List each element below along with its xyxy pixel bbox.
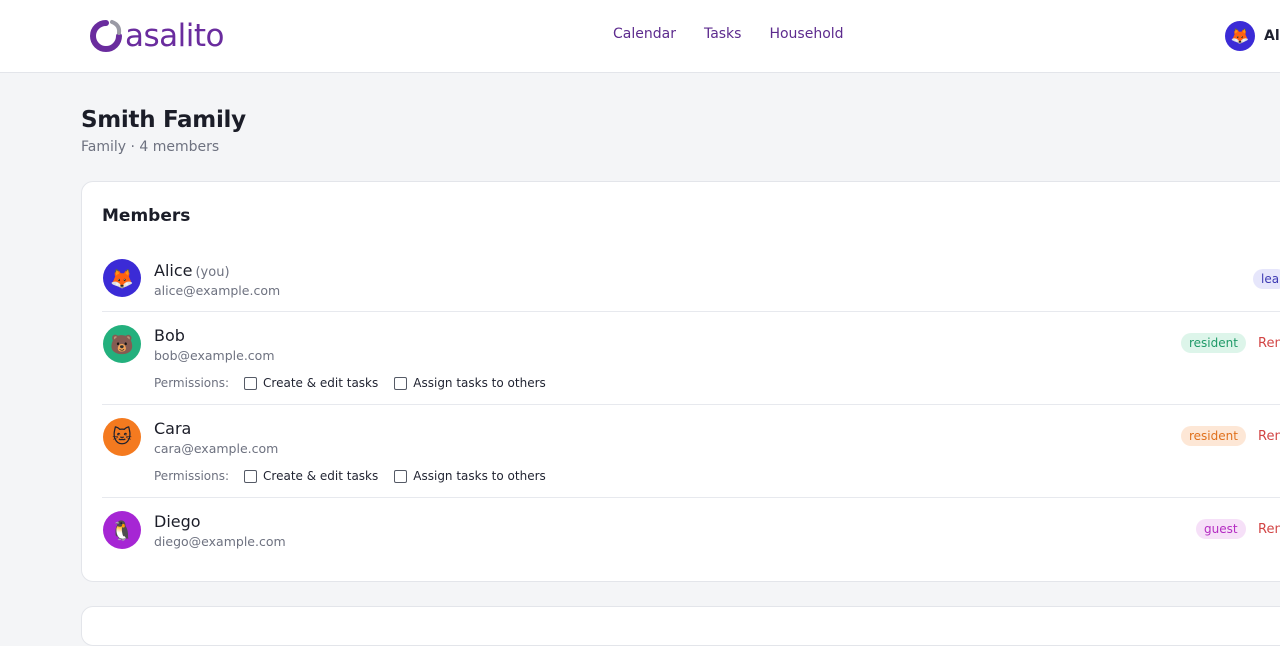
checkbox-create-edit[interactable] — [244, 469, 258, 483]
logo-text: asalito — [125, 17, 225, 54]
divider — [102, 497, 1280, 498]
nav-calendar[interactable]: Calendar — [613, 26, 676, 42]
divider — [102, 311, 1280, 312]
permissions-label: Permissions: — [154, 469, 230, 483]
page-subtitle: Family · 4 members — [81, 139, 219, 155]
permissions: Permissions: Create & edit tasks Assign … — [154, 469, 562, 483]
next-card — [81, 606, 1280, 646]
perm-assign-label: Assign tasks to others — [413, 376, 546, 390]
member-name: Diego — [154, 512, 201, 531]
remove-button[interactable]: Ren — [1258, 522, 1280, 537]
member-email: cara@example.com — [154, 441, 279, 456]
perm-assign-label: Assign tasks to others — [413, 469, 546, 483]
permissions-label: Permissions: — [154, 376, 230, 390]
checkbox-create-edit[interactable] — [244, 376, 258, 390]
member-email: bob@example.com — [154, 348, 275, 363]
main-nav: Calendar Tasks Household — [613, 26, 844, 42]
checkbox-assign[interactable] — [394, 376, 408, 390]
member-email: diego@example.com — [154, 534, 286, 549]
members-title: Members — [102, 206, 191, 226]
members-card: Members 🦊 Alice (you) alice@example.com l… — [81, 181, 1280, 582]
members-count: 4 members — [139, 139, 220, 155]
user-menu[interactable]: 🦊 Ali — [1225, 21, 1280, 51]
member-row: 🐧 Diego diego@example.com guest Ren — [102, 509, 1280, 561]
logo-icon — [90, 20, 122, 52]
you-indicator: (you) — [195, 265, 230, 280]
member-name-text: Alice — [154, 261, 193, 280]
perm-create-label: Create & edit tasks — [263, 469, 379, 483]
checkbox-assign[interactable] — [394, 469, 408, 483]
role-badge[interactable]: guest — [1196, 519, 1246, 539]
member-row: 🦊 Alice (you) alice@example.com lea — [102, 259, 1280, 311]
permissions: Permissions: Create & edit tasks Assign … — [154, 376, 562, 390]
perm-assign[interactable]: Assign tasks to others — [394, 469, 546, 483]
top-bar: asalito Calendar Tasks Household 🦊 Ali — [0, 0, 1280, 73]
user-name: Ali — [1264, 28, 1280, 44]
member-avatar: 🐧 — [103, 511, 141, 549]
logo[interactable]: asalito — [90, 16, 225, 56]
role-badge[interactable]: resident — [1181, 333, 1246, 353]
nav-tasks[interactable]: Tasks — [704, 26, 742, 42]
member-name: Alice (you) — [154, 261, 230, 280]
member-avatar: 🐱 — [103, 418, 141, 456]
nav-household[interactable]: Household — [769, 26, 843, 42]
separator: · — [126, 139, 140, 155]
role-badge[interactable]: resident — [1181, 426, 1246, 446]
member-avatar: 🦊 — [103, 259, 141, 297]
remove-button[interactable]: Ren — [1258, 429, 1280, 444]
member-name: Cara — [154, 419, 192, 438]
user-avatar: 🦊 — [1225, 21, 1255, 51]
member-avatar: 🐻 — [103, 325, 141, 363]
divider — [102, 404, 1280, 405]
household-type: Family — [81, 139, 127, 155]
member-email: alice@example.com — [154, 283, 281, 298]
page-title: Smith Family — [81, 107, 246, 133]
role-badge: lea — [1253, 269, 1280, 289]
perm-create-edit[interactable]: Create & edit tasks — [244, 376, 378, 390]
member-name: Bob — [154, 326, 185, 345]
perm-create-label: Create & edit tasks — [263, 376, 379, 390]
remove-button[interactable]: Ren — [1258, 336, 1280, 351]
perm-assign[interactable]: Assign tasks to others — [394, 376, 546, 390]
member-row: 🐻 Bob bob@example.com Permissions: Creat… — [102, 323, 1280, 403]
member-row: 🐱 Cara cara@example.com Permissions: Cre… — [102, 416, 1280, 496]
perm-create-edit[interactable]: Create & edit tasks — [244, 469, 378, 483]
